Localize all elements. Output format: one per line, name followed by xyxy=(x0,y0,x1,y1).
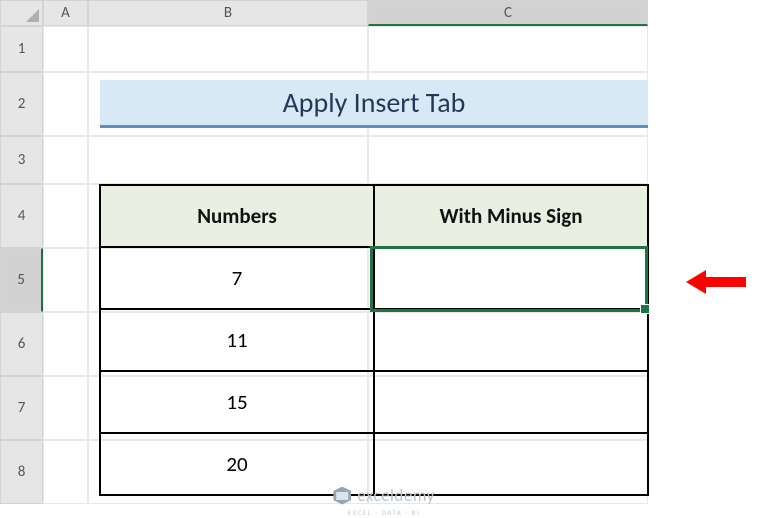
table-cell-n1[interactable]: 7 xyxy=(99,246,375,310)
cell-c1[interactable] xyxy=(368,26,648,72)
cell-b1[interactable] xyxy=(88,26,368,72)
table-cell-m3[interactable] xyxy=(373,370,649,434)
watermark: exceldemy xyxy=(333,485,435,506)
row-header-7[interactable]: 7 xyxy=(0,376,43,440)
cell-a8[interactable] xyxy=(43,440,88,504)
row-header-8[interactable]: 8 xyxy=(0,440,43,504)
table-header-minus: With Minus Sign xyxy=(373,184,649,248)
watermark-subtitle: EXCEL · DATA · BI xyxy=(348,508,421,517)
watermark-text: exceldemy xyxy=(357,485,435,506)
cell-a7[interactable] xyxy=(43,376,88,440)
cell-a3[interactable] xyxy=(43,136,88,184)
select-all-corner[interactable] xyxy=(0,0,43,26)
data-table: Numbers With Minus Sign 7 11 15 20 xyxy=(100,185,648,495)
col-header-c[interactable]: C xyxy=(368,0,648,26)
col-header-a[interactable]: A xyxy=(43,0,88,26)
row-header-4[interactable]: 4 xyxy=(0,184,43,248)
row-header-3[interactable]: 3 xyxy=(0,136,43,184)
cell-a2[interactable] xyxy=(43,72,88,136)
pointer-arrow-icon xyxy=(686,270,746,294)
cell-a4[interactable] xyxy=(43,184,88,248)
title-banner: Apply Insert Tab xyxy=(100,80,648,128)
col-header-b[interactable]: B xyxy=(88,0,368,26)
cell-a1[interactable] xyxy=(43,26,88,72)
row-header-1[interactable]: 1 xyxy=(0,26,43,72)
watermark-logo-icon xyxy=(333,487,351,505)
cell-a5[interactable] xyxy=(43,248,88,312)
table-cell-m1[interactable] xyxy=(373,246,649,310)
row-header-5[interactable]: 5 xyxy=(0,248,43,312)
table-cell-n3[interactable]: 15 xyxy=(99,370,375,434)
cell-a6[interactable] xyxy=(43,312,88,376)
table-header-numbers: Numbers xyxy=(99,184,375,248)
cell-b3[interactable] xyxy=(88,136,368,184)
cell-c3[interactable] xyxy=(368,136,648,184)
table-cell-n2[interactable]: 11 xyxy=(99,308,375,372)
table-cell-m2[interactable] xyxy=(373,308,649,372)
row-header-2[interactable]: 2 xyxy=(0,72,43,136)
row-header-6[interactable]: 6 xyxy=(0,312,43,376)
